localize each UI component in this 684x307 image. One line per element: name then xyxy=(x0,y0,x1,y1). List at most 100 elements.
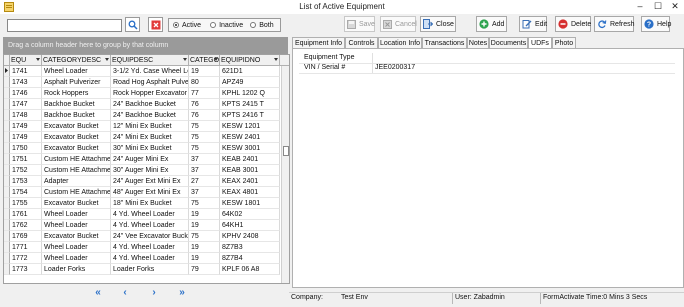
scrollbar-thumb[interactable] xyxy=(283,146,289,156)
grid-cell[interactable]: KEAX 2401 xyxy=(220,176,280,187)
grid-cell[interactable]: Excavator Bucket xyxy=(42,143,111,154)
maximize-button[interactable]: ☐ xyxy=(650,0,666,13)
grid-cell[interactable]: 24" Backhoe Bucket xyxy=(111,110,189,121)
grid-cell[interactable]: Loader Forks xyxy=(42,264,111,275)
grid-cell[interactable]: 24" Auger Ext Mini Ex xyxy=(111,176,189,187)
grid-cell[interactable]: Excavator Bucket xyxy=(42,132,111,143)
grid-cell[interactable]: 77 xyxy=(189,88,220,99)
group-by-panel[interactable]: Drag a column header here to group by th… xyxy=(3,37,288,54)
grid-cell[interactable]: Road Hog Asphalt Pulver xyxy=(111,77,189,88)
grid-cell[interactable]: 76 xyxy=(189,99,220,110)
grid-cell[interactable]: 1743 xyxy=(10,77,42,88)
udf-row-vin-serial[interactable]: VIN / Serial # JEE0200317 xyxy=(299,63,675,74)
column-header-equ[interactable]: EQU xyxy=(10,55,42,66)
column-header-equipidno[interactable]: EQUIPIDNO xyxy=(220,55,280,66)
grid-cell[interactable]: 1750 xyxy=(10,143,42,154)
grid-cell[interactable]: KPLF 06 A8 xyxy=(220,264,280,275)
grid-cell[interactable]: Wheel Loader xyxy=(42,253,111,264)
table-row[interactable]: 1762 Wheel Loader 4 Yd. Wheel Loader 19 64KH… xyxy=(4,220,280,231)
grid-cell[interactable]: 24" Auger Mini Ex xyxy=(111,154,189,165)
grid-cell[interactable]: 19 xyxy=(189,242,220,253)
grid-cell[interactable]: Asphalt Pulverizer xyxy=(42,77,111,88)
grid-cell[interactable]: 4 Yd. Wheel Loader xyxy=(111,253,189,264)
grid-cell[interactable]: 1771 xyxy=(10,242,42,253)
grid-cell[interactable]: 75 xyxy=(189,231,220,242)
grid-cell[interactable]: 75 xyxy=(189,121,220,132)
edit-button[interactable]: Edit xyxy=(519,16,547,32)
grid-cell[interactable]: 24" Mini Ex Bucket xyxy=(111,132,189,143)
cancel-button[interactable]: Cancel xyxy=(380,16,417,32)
grid-cell[interactable]: KPTS 2415 T xyxy=(220,99,280,110)
table-row[interactable]: 1750 Excavator Bucket 30" Mini Ex Bucket 75… xyxy=(4,143,280,154)
grid-cell[interactable]: KPTS 2416 T xyxy=(220,110,280,121)
grid-cell[interactable]: 1748 xyxy=(10,110,42,121)
grid-cell[interactable]: 24" Backhoe Bucket xyxy=(111,99,189,110)
grid-cell[interactable]: Custom HE Attachmen xyxy=(42,165,111,176)
table-row[interactable]: 1749 Excavator Bucket 24" Mini Ex Bucket 75… xyxy=(4,132,280,143)
grid-cell[interactable]: 75 xyxy=(189,143,220,154)
search-input[interactable] xyxy=(7,19,122,32)
grid-cell[interactable]: Wheel Loader xyxy=(42,242,111,253)
grid-cell[interactable]: Wheel Loader xyxy=(42,220,111,231)
grid-cell[interactable]: Wheel Loader xyxy=(42,209,111,220)
grid-cell[interactable]: Loader Forks xyxy=(111,264,189,275)
grid-cell[interactable]: Backhoe Bucket xyxy=(42,99,111,110)
grid-cell[interactable]: 19 xyxy=(189,220,220,231)
grid-cell[interactable]: KESW 3001 xyxy=(220,143,280,154)
grid-cell[interactable]: Custom HE Attachmen xyxy=(42,154,111,165)
grid-cell[interactable]: 19 xyxy=(189,66,220,77)
grid-cell[interactable]: 1761 xyxy=(10,209,42,220)
filter-icon[interactable] xyxy=(183,58,187,61)
grid-cell[interactable]: Adapter xyxy=(42,176,111,187)
table-row[interactable]: 1749 Excavator Bucket 12" Mini Ex Bucket 75… xyxy=(4,121,280,132)
grid-cell[interactable]: KEAX 4801 xyxy=(220,187,280,198)
grid-cell[interactable]: 1773 xyxy=(10,264,42,275)
grid-cell[interactable]: Excavator Bucket xyxy=(42,121,111,132)
table-row[interactable]: 1746 Rock Hoppers Rock Hopper Excavator E7… xyxy=(4,88,280,99)
grid-cell[interactable]: 48" Auger Ext Mini Ex xyxy=(111,187,189,198)
table-row[interactable]: 1747 Backhoe Bucket 24" Backhoe Bucket 76 KP… xyxy=(4,99,280,110)
grid-cell[interactable]: 27 xyxy=(189,176,220,187)
grid-cell[interactable]: APZ49 xyxy=(220,77,280,88)
grid-cell[interactable]: 12" Mini Ex Bucket xyxy=(111,121,189,132)
table-row[interactable]: 1769 Excavator Bucket 24" Vee Excavator Bu… xyxy=(4,231,280,242)
table-row[interactable]: 1754 Custom HE Attachmen 48" Auger Ext Min… xyxy=(4,187,280,198)
grid-cell[interactable]: 1769 xyxy=(10,231,42,242)
grid-cell[interactable]: 1762 xyxy=(10,220,42,231)
grid-cell[interactable]: Rock Hopper Excavator E xyxy=(111,88,189,99)
grid-cell[interactable]: 37 xyxy=(189,165,220,176)
close-button[interactable]: Close xyxy=(420,16,456,32)
grid-cell[interactable]: 37 xyxy=(189,154,220,165)
grid-cell[interactable]: 75 xyxy=(189,198,220,209)
table-row[interactable]: 1773 Loader Forks Loader Forks 79 KPLF 06 A8 xyxy=(4,264,280,275)
grid-cell[interactable]: 1772 xyxy=(10,253,42,264)
grid-cell[interactable]: 8Z7B4 xyxy=(220,253,280,264)
filter-icon[interactable] xyxy=(214,58,218,61)
filter-icon[interactable] xyxy=(274,58,278,61)
grid-cell[interactable]: 1752 xyxy=(10,165,42,176)
grid-cell[interactable]: 1753 xyxy=(10,176,42,187)
grid-cell[interactable]: 19 xyxy=(189,253,220,264)
add-button[interactable]: Add xyxy=(476,16,507,32)
first-record-button[interactable]: « xyxy=(91,288,105,298)
grid-cell[interactable]: KEAB 3001 xyxy=(220,165,280,176)
grid-cell[interactable]: 1755 xyxy=(10,198,42,209)
radio-active[interactable]: Active xyxy=(173,22,201,29)
grid-cell[interactable]: 4 Yd. Wheel Loader xyxy=(111,209,189,220)
grid-cell[interactable]: KESW 1801 xyxy=(220,198,280,209)
grid-cell[interactable]: KESW 2401 xyxy=(220,132,280,143)
grid-cell[interactable]: 64K02 xyxy=(220,209,280,220)
grid-cell[interactable]: KPHV 2408 xyxy=(220,231,280,242)
table-row[interactable]: 1741 Wheel Loader 3-1/2 Yd. Case Wheel Lo 1… xyxy=(4,66,280,77)
table-row[interactable]: 1752 Custom HE Attachmen 30" Auger Mini Ex… xyxy=(4,165,280,176)
search-button[interactable] xyxy=(125,17,140,32)
grid-cell[interactable]: Backhoe Bucket xyxy=(42,110,111,121)
column-header-equipdesc[interactable]: EQUIPDESC xyxy=(111,55,189,66)
filter-icon[interactable] xyxy=(105,58,109,61)
grid-cell[interactable]: Excavator Bucket xyxy=(42,198,111,209)
minimize-button[interactable]: – xyxy=(632,0,648,13)
radio-inactive[interactable]: Inactive xyxy=(210,22,243,29)
save-button[interactable]: Save xyxy=(344,16,375,32)
grid-cell[interactable]: Rock Hoppers xyxy=(42,88,111,99)
close-window-button[interactable]: ✕ xyxy=(667,0,683,13)
